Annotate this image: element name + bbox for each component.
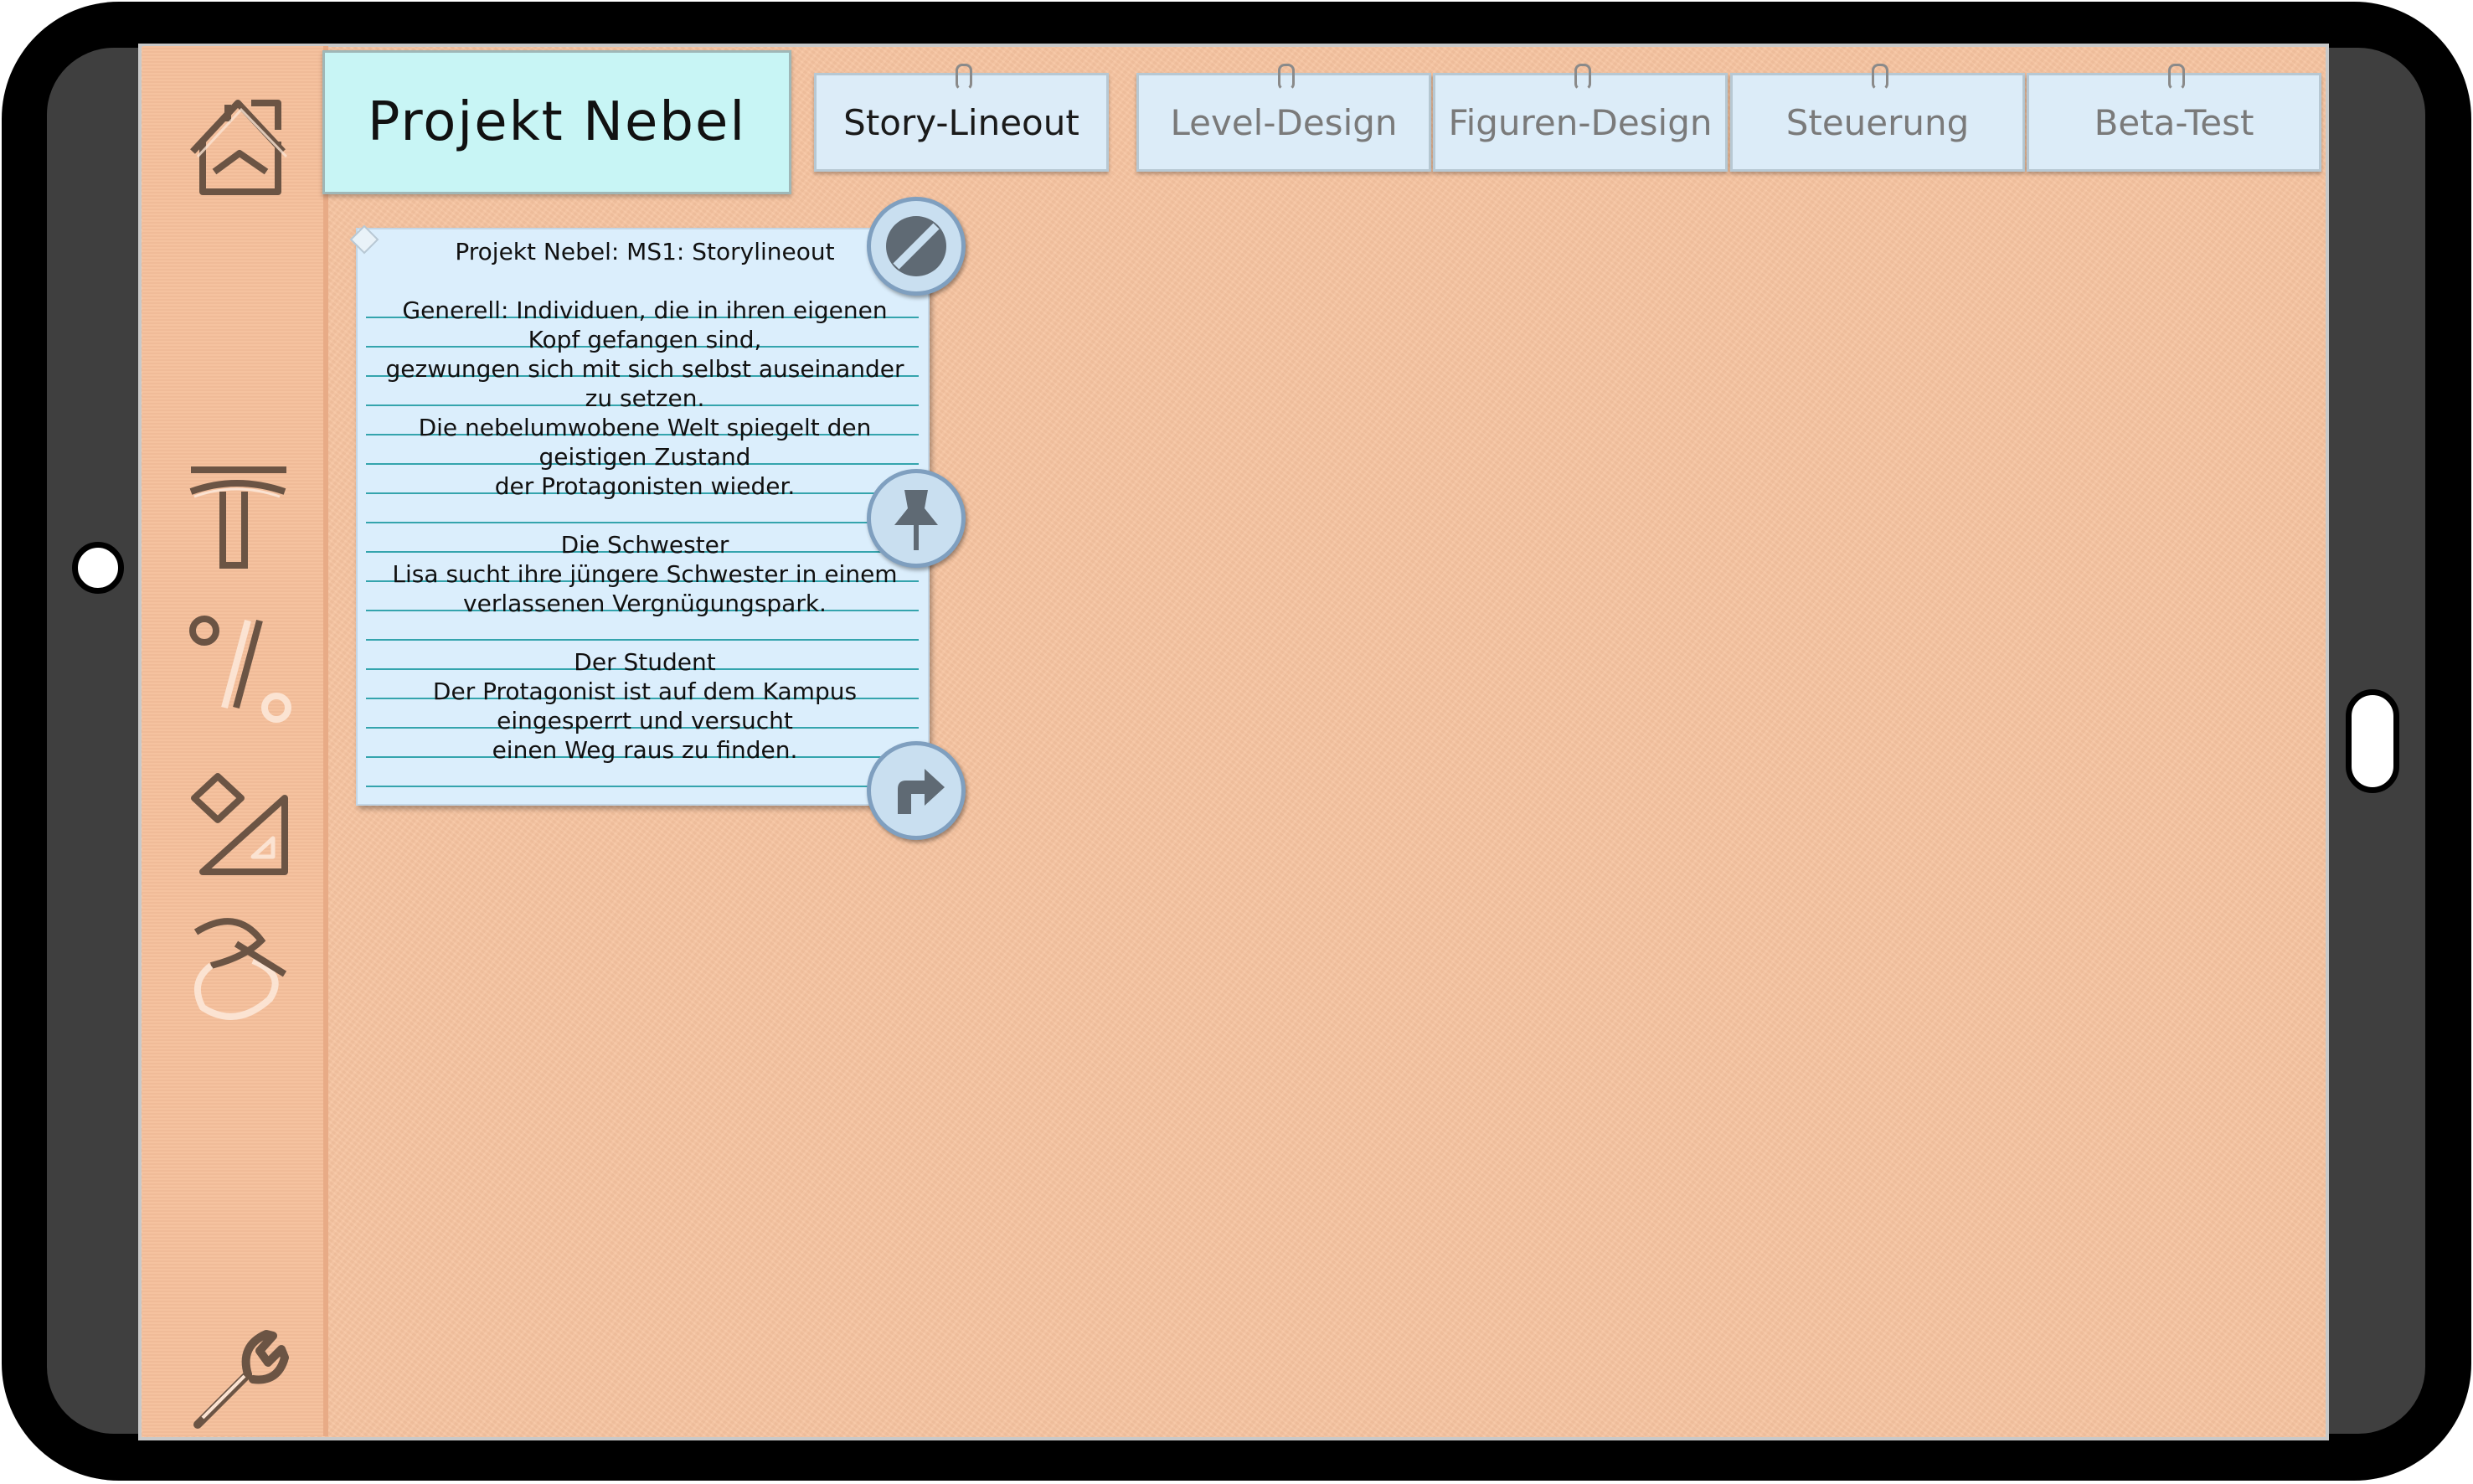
tab-label: Figuren-Design: [1448, 101, 1713, 143]
paperclip-icon: [1872, 64, 1888, 90]
note-line: Der Protagonist ist auf dem Kampus: [432, 678, 858, 705]
block-icon: [886, 216, 946, 276]
text-tool-icon[interactable]: [186, 458, 295, 575]
note-line: Lisa sucht ihre jüngere Schwester in ein…: [392, 560, 898, 588]
note-line: Die Schwester: [560, 531, 729, 559]
home-hardware-button[interactable]: [2346, 689, 2399, 793]
note-line: Die nebelumwobene Welt spiegelt den: [418, 414, 872, 441]
note-line: Projekt Nebel: MS1: Storylineout: [455, 238, 835, 265]
paperclip-icon: [1278, 64, 1295, 90]
paperclip-icon: [956, 64, 972, 90]
triangle-ruler-icon[interactable]: [186, 765, 295, 882]
home-icon[interactable]: [186, 88, 301, 204]
disable-note-button[interactable]: [867, 197, 966, 296]
tab-story-lineout[interactable]: Story-Lineout: [814, 64, 1109, 172]
note-line: zu setzen.: [585, 384, 705, 412]
project-title-card[interactable]: Projekt Nebel: [322, 50, 791, 194]
note-line: einen Weg raus zu finden.: [492, 736, 798, 764]
tab-level-design[interactable]: Level-Design: [1136, 64, 1431, 172]
tab-label: Level-Design: [1170, 101, 1398, 143]
curve-tool-icon[interactable]: [186, 907, 295, 1033]
note-line: eingesperrt und versucht: [497, 707, 793, 734]
tab-beta-test[interactable]: Beta-Test: [2027, 64, 2321, 172]
pin-icon: [894, 490, 938, 550]
percent-icon[interactable]: [186, 609, 295, 726]
tab-label: Story-Lineout: [843, 101, 1079, 143]
paperclip-icon: [1574, 64, 1591, 90]
note-line: verlassenen Vergnügungspark.: [463, 590, 827, 617]
sidebar: [142, 46, 328, 1436]
wrench-icon[interactable]: [186, 1321, 303, 1438]
rotate-note-button[interactable]: [867, 741, 966, 840]
note-line: Kopf gefangen sind,: [528, 326, 762, 353]
note-line: der Protagonisten wieder.: [494, 472, 796, 500]
note-line: gezwungen sich mit sich selbst auseinand…: [385, 355, 904, 383]
paperclip-icon: [2168, 64, 2185, 90]
tab-steuerung[interactable]: Steuerung: [1730, 64, 2025, 172]
rotate-icon: [898, 769, 945, 814]
note-line: Generell: Individuen, die in ihren eigen…: [402, 296, 888, 324]
tab-figuren-design[interactable]: Figuren-Design: [1433, 64, 1728, 172]
tab-label: Steuerung: [1785, 101, 1970, 143]
pin-note-button[interactable]: [867, 469, 966, 568]
note-line: Der Student: [574, 648, 716, 676]
tab-label: Beta-Test: [2094, 101, 2254, 143]
page-title: Projekt Nebel: [367, 91, 747, 153]
camera-icon: [72, 542, 124, 594]
note-line: geistigen Zustand: [538, 443, 751, 471]
